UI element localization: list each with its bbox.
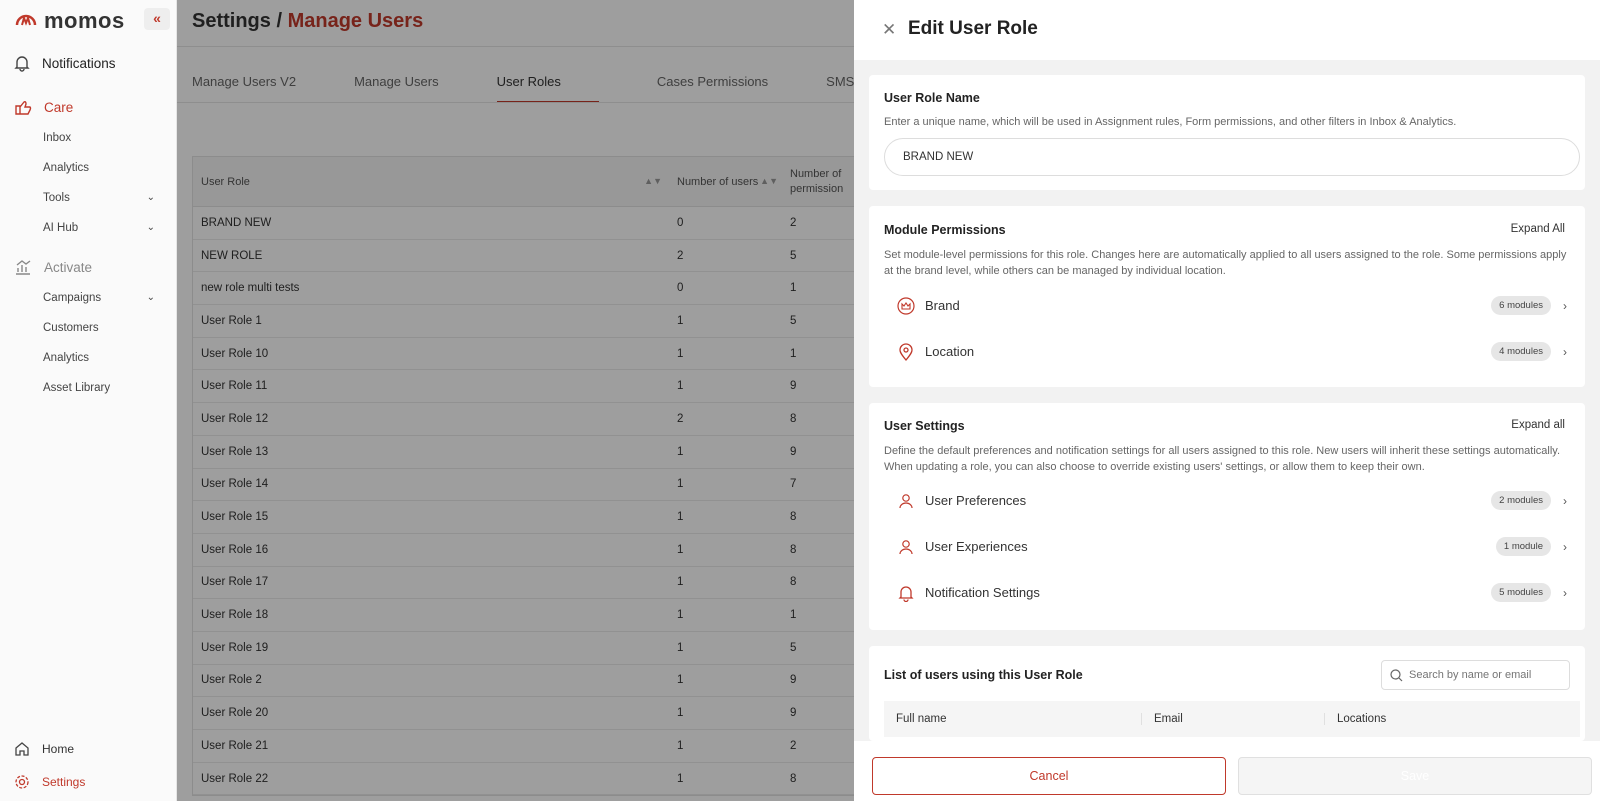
nav-activate-label: Activate bbox=[44, 259, 93, 275]
user-settings-card: User Settings Expand all Define the defa… bbox=[869, 403, 1585, 630]
settings-row-notification-settings[interactable]: Notification Settings 5 modules › bbox=[897, 583, 1567, 602]
module-count-badge: 2 modules bbox=[1491, 491, 1551, 510]
chevron-right-icon: › bbox=[1563, 344, 1567, 359]
collapse-sidebar-button[interactable]: « bbox=[144, 8, 170, 30]
column-email[interactable]: Email bbox=[1142, 713, 1325, 725]
module-permissions-description: Set module-level permissions for this ro… bbox=[884, 249, 1567, 277]
settings-label: Notification Settings bbox=[925, 585, 1040, 600]
user-settings-heading: User Settings bbox=[884, 419, 965, 433]
permission-row-brand[interactable]: Brand 6 modules › bbox=[897, 296, 1567, 315]
sidebar-item-ai-hub[interactable]: AI Hub ⌄ bbox=[43, 222, 155, 234]
module-permissions-card: Module Permissions Expand All Set module… bbox=[869, 206, 1585, 387]
activate-chart-icon bbox=[16, 260, 31, 275]
nav-notifications[interactable]: Notifications bbox=[14, 54, 116, 72]
settings-row-user-experiences[interactable]: User Experiences 1 module › bbox=[897, 537, 1567, 556]
user-icon bbox=[899, 493, 913, 508]
close-icon[interactable]: ✕ bbox=[882, 20, 896, 40]
nav-settings[interactable]: Settings bbox=[14, 774, 85, 790]
care-icon bbox=[15, 101, 32, 115]
nav-care-label: Care bbox=[44, 99, 74, 115]
edit-user-role-drawer: ✕ Edit User Role User Role Name Enter a … bbox=[854, 0, 1600, 801]
role-name-input[interactable]: BRAND NEW bbox=[884, 138, 1580, 176]
sidebar-item-label: Campaigns bbox=[43, 292, 102, 304]
location-pin-icon bbox=[899, 342, 913, 361]
cancel-button[interactable]: Cancel bbox=[872, 757, 1226, 795]
sidebar-item-label: Asset Library bbox=[43, 382, 111, 394]
logo[interactable]: momos bbox=[14, 8, 125, 34]
sidebar-item-label: Analytics bbox=[43, 162, 90, 174]
user-search-field[interactable] bbox=[1381, 660, 1570, 690]
chevron-right-icon: › bbox=[1563, 493, 1567, 508]
bell-icon bbox=[14, 56, 30, 72]
chevron-down-icon: ⌄ bbox=[146, 292, 155, 303]
nav-settings-label: Settings bbox=[42, 775, 86, 789]
drawer-title: Edit User Role bbox=[908, 18, 1038, 39]
users-list-heading: List of users using this User Role bbox=[884, 668, 1083, 682]
column-full-name[interactable]: Full name bbox=[884, 713, 1142, 725]
drawer-header: ✕ Edit User Role bbox=[854, 0, 1600, 60]
save-button[interactable]: Save bbox=[1238, 757, 1592, 795]
sidebar-item-label: Analytics bbox=[43, 352, 90, 364]
home-icon bbox=[15, 742, 29, 756]
search-icon bbox=[1390, 668, 1403, 681]
sidebar-item-activate-analytics[interactable]: Analytics bbox=[43, 352, 155, 364]
role-name-heading: User Role Name bbox=[884, 91, 980, 105]
nav-home-label: Home bbox=[42, 742, 75, 756]
nav-home[interactable]: Home bbox=[14, 741, 74, 757]
module-permissions-heading: Module Permissions bbox=[884, 223, 1006, 237]
nav-activate[interactable]: Activate bbox=[14, 258, 92, 276]
permission-row-location[interactable]: Location 4 modules › bbox=[897, 342, 1567, 361]
users-table-header: Full name Email Locations bbox=[884, 701, 1580, 737]
crown-icon bbox=[897, 296, 915, 315]
sidebar-item-label: Inbox bbox=[43, 132, 72, 144]
role-name-card: User Role Name Enter a unique name, whic… bbox=[869, 75, 1585, 190]
sidebar-item-label: AI Hub bbox=[43, 222, 79, 234]
module-count-badge: 1 module bbox=[1495, 537, 1551, 556]
brand-name: momos bbox=[44, 8, 125, 33]
user-settings-description: Define the default preferences and notif… bbox=[884, 445, 1561, 473]
chevron-right-icon: › bbox=[1563, 539, 1567, 554]
user-search-input[interactable] bbox=[1409, 669, 1559, 681]
chevron-right-icon: › bbox=[1563, 585, 1567, 600]
module-count-badge: 5 modules bbox=[1491, 583, 1551, 602]
column-locations[interactable]: Locations bbox=[1325, 713, 1580, 725]
chevron-right-icon: › bbox=[1563, 298, 1567, 313]
nav-care[interactable]: Care bbox=[14, 98, 73, 116]
gear-icon bbox=[15, 775, 29, 789]
settings-label: User Preferences bbox=[925, 493, 1027, 508]
permission-label: Brand bbox=[925, 298, 960, 313]
sidebar-item-asset-library[interactable]: Asset Library bbox=[43, 382, 155, 394]
sidebar-item-label: Customers bbox=[43, 322, 99, 334]
permission-label: Location bbox=[925, 344, 975, 359]
sidebar-item-customers[interactable]: Customers bbox=[43, 322, 155, 334]
settings-row-user-preferences[interactable]: User Preferences 2 modules › bbox=[897, 491, 1567, 510]
bell-icon bbox=[898, 585, 914, 602]
nav-notifications-label: Notifications bbox=[42, 55, 116, 71]
drawer-footer: Cancel Save bbox=[854, 741, 1600, 801]
sidebar-item-tools[interactable]: Tools ⌄ bbox=[43, 192, 155, 204]
sidebar: momos « Notifications Care Inbox Analyti… bbox=[0, 0, 177, 801]
settings-label: User Experiences bbox=[925, 539, 1028, 554]
expand-all-permissions-button[interactable]: Expand All bbox=[1511, 223, 1565, 235]
expand-all-settings-button[interactable]: Expand all bbox=[1511, 419, 1565, 431]
user-icon bbox=[899, 539, 913, 554]
momos-logo-icon bbox=[15, 14, 37, 26]
sidebar-item-label: Tools bbox=[43, 192, 70, 204]
users-list-card: List of users using this User Role Full … bbox=[869, 646, 1585, 741]
sidebar-item-inbox[interactable]: Inbox bbox=[43, 132, 155, 144]
chevron-down-icon: ⌄ bbox=[146, 192, 155, 203]
module-count-badge: 4 modules bbox=[1491, 342, 1551, 361]
role-name-description: Enter a unique name, which will be used … bbox=[884, 116, 1457, 128]
sidebar-item-care-analytics[interactable]: Analytics bbox=[43, 162, 155, 174]
module-count-badge: 6 modules bbox=[1491, 296, 1551, 315]
sidebar-item-campaigns[interactable]: Campaigns ⌄ bbox=[43, 292, 155, 304]
chevron-down-icon: ⌄ bbox=[146, 222, 155, 233]
